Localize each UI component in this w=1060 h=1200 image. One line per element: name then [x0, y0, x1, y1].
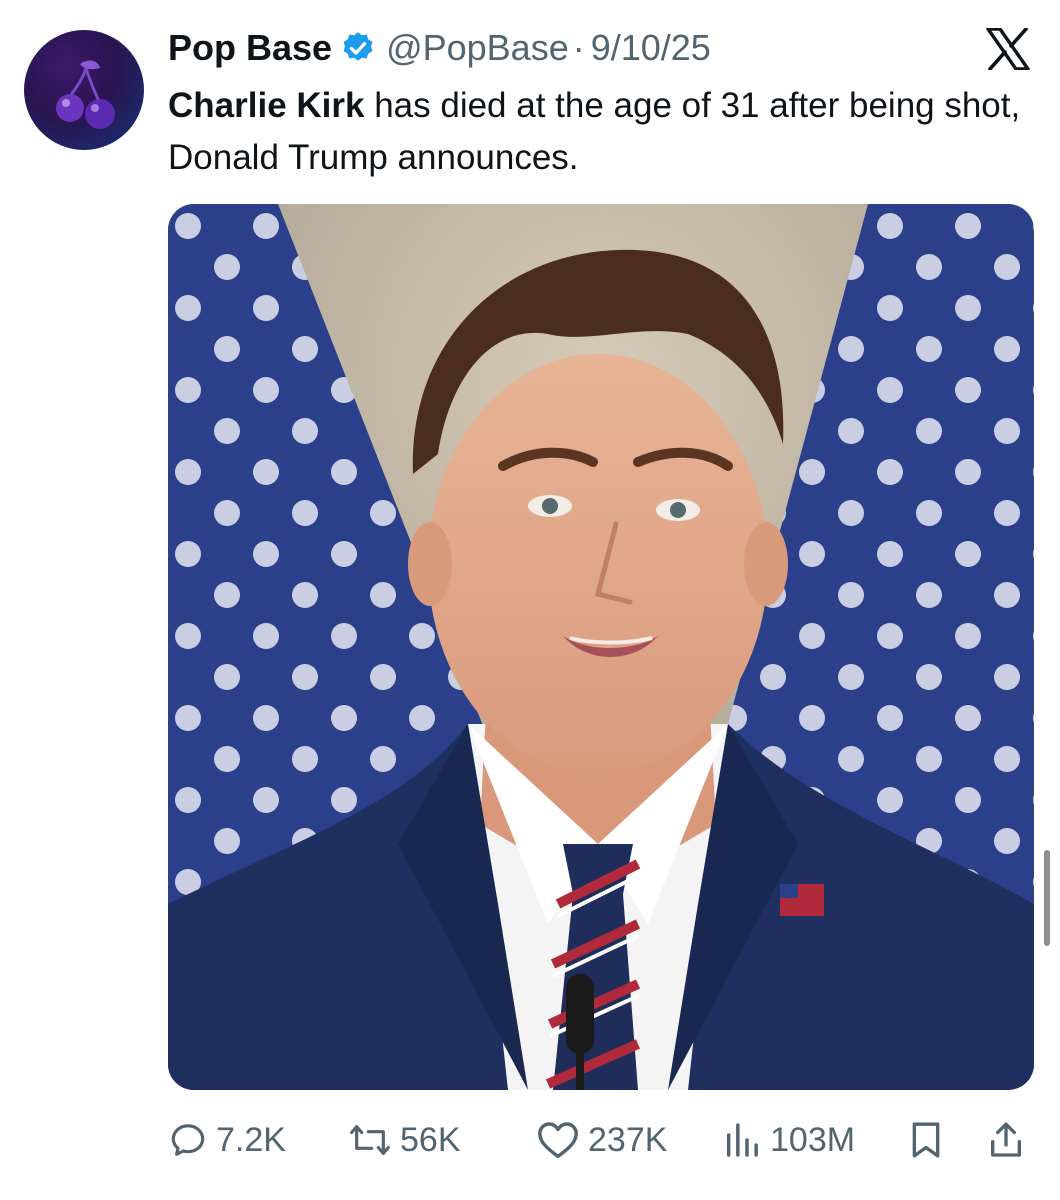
views-chart-icon — [726, 1123, 758, 1157]
heart-icon — [538, 1122, 578, 1159]
display-name[interactable]: Pop Base — [168, 27, 332, 69]
user-handle[interactable]: @PopBase — [386, 27, 569, 69]
tweet-header: Pop Base @PopBase · 9/10/25 — [168, 26, 711, 70]
scrollbar[interactable] — [1044, 850, 1050, 946]
tweet-text: Charlie Kirk has died at the age of 31 a… — [168, 80, 1028, 184]
share-icon — [991, 1122, 1021, 1157]
repost-button[interactable]: 56K — [348, 1120, 461, 1160]
reply-count: 7.2K — [216, 1120, 286, 1159]
bookmark-button[interactable] — [906, 1120, 946, 1160]
tweet-date[interactable]: 9/10/25 — [591, 27, 711, 69]
tweet-photo[interactable] — [168, 204, 1034, 1090]
action-bar: 7.2K 56K 237K 103M — [168, 1112, 1034, 1168]
reply-icon — [171, 1124, 205, 1156]
tweet-text-bold[interactable]: Charlie Kirk — [168, 86, 364, 125]
bookmark-icon — [912, 1122, 940, 1158]
repost-icon — [350, 1125, 390, 1155]
verified-badge-icon — [340, 30, 376, 66]
repost-count: 56K — [400, 1120, 461, 1159]
x-logo-icon — [986, 27, 1030, 71]
like-count: 237K — [588, 1120, 668, 1159]
like-button[interactable]: 237K — [536, 1120, 667, 1160]
share-button[interactable] — [986, 1120, 1026, 1160]
reply-button[interactable]: 7.2K — [168, 1120, 286, 1160]
views-count: 103M — [770, 1120, 856, 1159]
avatar[interactable] — [24, 30, 144, 150]
views-button[interactable]: 103M — [722, 1120, 855, 1160]
cherry-icon — [56, 60, 115, 129]
separator-dot: · — [572, 27, 585, 68]
